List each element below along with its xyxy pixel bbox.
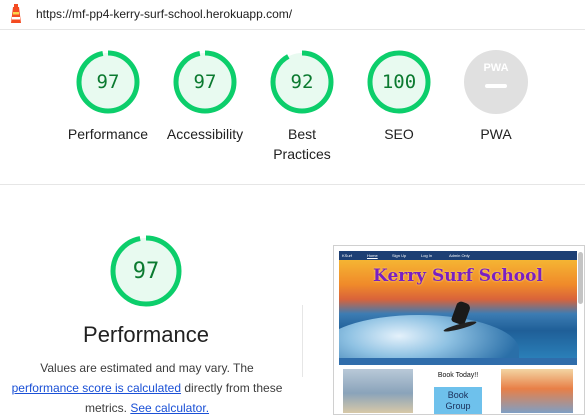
see-calculator-link[interactable]: See calculator.: [130, 401, 209, 415]
accessibility-label: Accessibility: [166, 126, 244, 142]
performance-gauge[interactable]: 97: [76, 50, 140, 114]
site-title: Kerry Surf School: [373, 266, 543, 286]
site-info-strip: [339, 358, 577, 365]
site-book-button: Book Group: [434, 387, 482, 414]
page-screenshot[interactable]: KSurf Home Sign Up Log In Admin Only Ker…: [333, 245, 585, 415]
seo-label: SEO: [384, 126, 414, 142]
section-divider: [0, 184, 585, 185]
site-nav-brand: KSurf: [342, 253, 353, 258]
seo-score: 100: [381, 71, 417, 93]
accessibility-score: 97: [193, 71, 217, 93]
site-nav-login: Log In: [421, 253, 433, 258]
performance-large-gauge: 97: [110, 235, 182, 307]
performance-large-score: 97: [132, 258, 160, 284]
desc-prefix: Values are estimated and may vary. The: [40, 361, 254, 375]
performance-heading: Performance: [83, 322, 209, 347]
site-book-today: Book Today!!: [437, 372, 479, 379]
site-nav-home: Home: [367, 253, 378, 258]
performance-description: Values are estimated and may vary. The p…: [6, 358, 288, 415]
site-hero-image: Kerry Surf School: [339, 260, 577, 358]
best-practices-label-line2: Practices: [273, 146, 331, 162]
screenshot-scrollbar[interactable]: [578, 252, 583, 304]
site-nav-signup: Sign Up: [392, 253, 407, 258]
url-text[interactable]: https://mf-pp4-kerry-surf-school.herokua…: [36, 7, 292, 21]
accessibility-gauge[interactable]: 97: [173, 50, 237, 114]
pwa-gauge[interactable]: PWA: [464, 50, 528, 114]
site-nav-admin: Admin Only: [449, 253, 470, 258]
wave-shape: [339, 315, 519, 358]
best-practices-gauge[interactable]: 92: [270, 50, 334, 114]
best-practices-label: Best Practices: [252, 124, 352, 164]
score-calculated-link[interactable]: performance score is calculated: [12, 381, 181, 395]
pwa-badge-text: PWA: [483, 62, 509, 74]
pwa-badge-icon: [464, 50, 528, 114]
performance-score: 97: [96, 71, 120, 93]
vertical-divider: [302, 305, 303, 377]
site-photo-left: [343, 369, 413, 413]
performance-label: Performance: [67, 126, 149, 142]
seo-gauge[interactable]: 100: [367, 50, 431, 114]
lighthouse-icon: [11, 4, 21, 23]
pwa-label: PWA: [480, 126, 512, 142]
best-practices-score: 92: [290, 71, 314, 93]
top-bar: https://mf-pp4-kerry-surf-school.herokua…: [0, 0, 585, 30]
site-nav-bar: KSurf Home Sign Up Log In Admin Only: [339, 251, 577, 260]
site-photo-right: [501, 369, 573, 413]
site-book-column: Book Today!! Book Group: [424, 369, 492, 414]
best-practices-label-line1: Best: [287, 126, 316, 142]
